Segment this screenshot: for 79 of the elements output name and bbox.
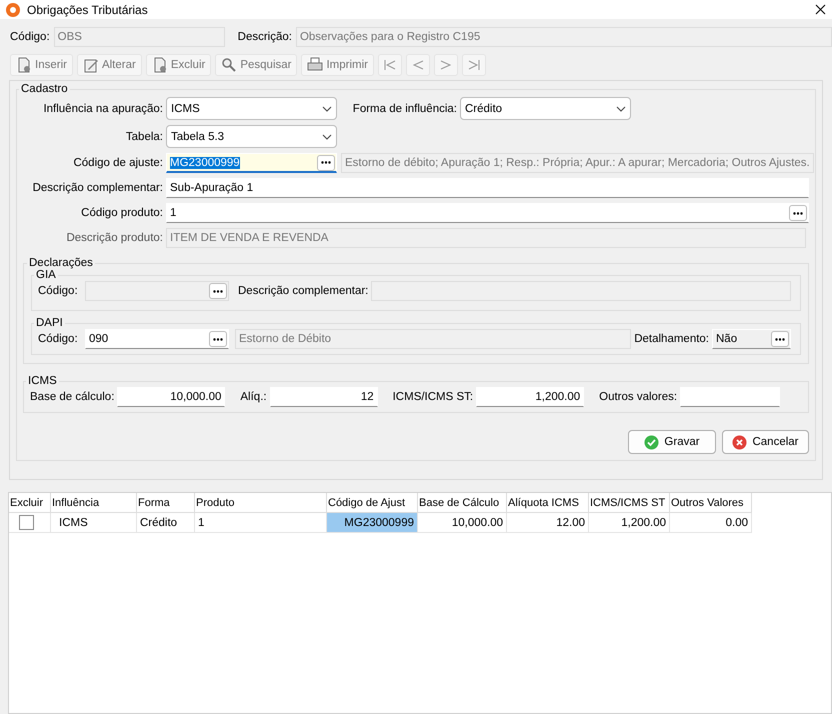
- table-cell: 0.00: [670, 513, 752, 533]
- column-header[interactable]: Excluir: [9, 493, 51, 513]
- ellipsis-button[interactable]: [771, 331, 789, 347]
- group-title: Declarações: [28, 257, 94, 269]
- chevron-down-icon: [322, 106, 332, 112]
- first-record-icon: [384, 59, 396, 71]
- field-label: Descrição complementar:: [238, 285, 370, 297]
- next-record-icon: [440, 59, 452, 71]
- checkbox[interactable]: [19, 515, 34, 530]
- group-title: DAPI: [35, 317, 64, 329]
- field-label: Detalhamento:: [634, 333, 710, 345]
- field-label: Descrição complementar:: [32, 182, 164, 194]
- table-cell: 1: [195, 513, 327, 533]
- ellipsis-icon: [213, 290, 223, 292]
- field-label: Código:: [38, 333, 79, 345]
- ellipsis-button[interactable]: [209, 283, 227, 299]
- field-label: Descrição:: [238, 31, 293, 43]
- field-label: Código de ajuste:: [72, 157, 164, 169]
- table-cell: ICMS: [51, 513, 137, 533]
- table-cell: 1,200.00: [589, 513, 670, 533]
- check-icon: [644, 434, 660, 450]
- ellipsis-button[interactable]: [789, 205, 807, 221]
- field-label: Influência na apuração:: [42, 102, 164, 114]
- adjustment-description-field: Estorno de débito; Apuração 1; Resp.: Própria; Apur.: A apurar; Mercadoria; Outros Ajustes.: [341, 153, 814, 173]
- amount-field[interactable]: [680, 387, 780, 407]
- previous-record-icon: [412, 59, 424, 71]
- window-title: Obrigações Tributárias: [27, 2, 148, 16]
- app-logo-icon: [6, 2, 20, 16]
- table-cell: 10,000.00: [418, 513, 507, 533]
- field-label: Forma de influência:: [352, 102, 458, 114]
- save-button[interactable]: Gravar: [628, 430, 716, 454]
- product-description-field: ITEM DE VENDA E REVENDA: [166, 228, 806, 248]
- dropdown[interactable]: ICMS: [166, 97, 337, 120]
- group-title: ICMS: [27, 375, 58, 387]
- code-field[interactable]: OBS: [54, 27, 225, 47]
- field-label: Alíq.:: [240, 391, 268, 403]
- field-label: ICMS/ICMS ST:: [392, 391, 474, 403]
- table-cell: Crédito: [137, 513, 195, 533]
- detail-field[interactable]: Não: [712, 329, 791, 349]
- text-field[interactable]: Sub-Apuração 1: [166, 178, 809, 198]
- ellipsis-icon: [793, 212, 803, 214]
- dropdown[interactable]: Tabela 5.3: [166, 125, 337, 148]
- table-cell: 12.00: [507, 513, 589, 533]
- cancel-button[interactable]: Cancelar: [722, 430, 809, 454]
- chevron-down-icon: [322, 134, 332, 140]
- field-label: Código:: [10, 31, 51, 43]
- gia-code-field[interactable]: [85, 281, 229, 301]
- dapi-code-field[interactable]: 090: [85, 329, 229, 349]
- description-field[interactable]: Observações para o Registro C195: [296, 27, 832, 47]
- ellipsis-icon: [321, 161, 331, 164]
- document-remove-icon: [152, 57, 168, 73]
- document-add-icon: [16, 57, 32, 73]
- ellipsis-icon: [213, 338, 223, 340]
- ellipsis-icon: [775, 338, 785, 340]
- chevron-down-icon: [616, 106, 626, 112]
- amount-field[interactable]: 1,200.00: [476, 387, 584, 407]
- field-label: Código produto:: [80, 207, 164, 219]
- close-icon[interactable]: [815, 4, 826, 15]
- group-title: GIA: [35, 269, 57, 281]
- field-label: Código:: [38, 285, 79, 297]
- field-label: Outros valores:: [599, 391, 678, 403]
- ellipsis-button[interactable]: [317, 154, 335, 170]
- dapi-description-field: Estorno de Débito: [235, 329, 631, 349]
- amount-field[interactable]: 12: [270, 387, 378, 407]
- cancel-icon: [732, 434, 748, 450]
- field-label: Tabela:: [124, 130, 164, 142]
- ellipsis-button[interactable]: [209, 331, 227, 347]
- search-icon: [221, 57, 238, 73]
- dropdown[interactable]: Crédito: [460, 97, 631, 120]
- edit-icon: [82, 57, 99, 73]
- field-label: Base de cálculo:: [30, 391, 116, 403]
- field-label: Descrição produto:: [65, 232, 164, 244]
- printer-icon: [307, 57, 324, 73]
- table-cell: MG23000999: [327, 513, 418, 533]
- last-record-icon: [468, 59, 480, 71]
- adjustment-code-field[interactable]: MG23000999: [166, 153, 337, 173]
- product-code-field[interactable]: 1: [166, 203, 809, 223]
- amount-field[interactable]: 10,000.00: [117, 387, 226, 407]
- group-title: Cadastro: [20, 83, 69, 95]
